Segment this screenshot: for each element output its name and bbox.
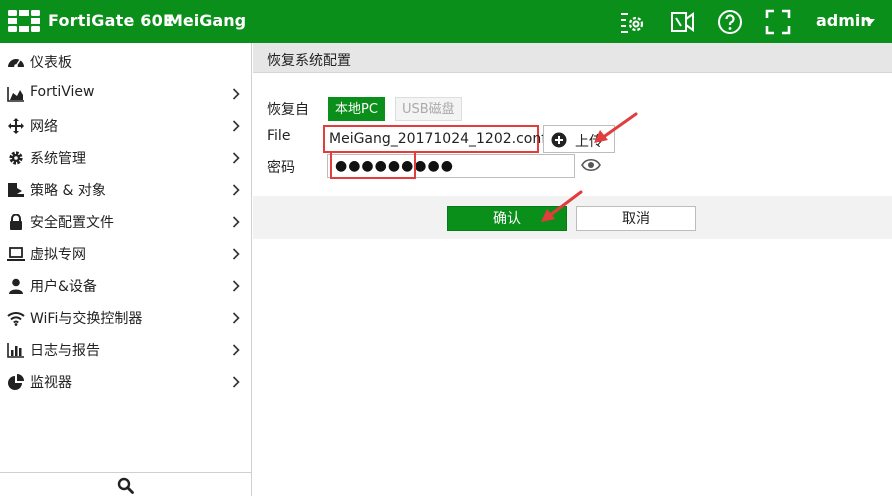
fortinet-logo-icon bbox=[8, 10, 40, 32]
sidebar-item-label: 系统管理 bbox=[30, 151, 86, 167]
sidebar-item-label: 网络 bbox=[30, 119, 58, 135]
policy-icon bbox=[8, 183, 24, 197]
file-name-value: MeiGang_20171024_1202.conf bbox=[329, 131, 547, 147]
wifi-icon bbox=[7, 312, 25, 326]
chevron-down-icon[interactable] bbox=[865, 19, 875, 25]
expand-icon[interactable] bbox=[764, 8, 792, 36]
fullscreen-icon[interactable] bbox=[668, 8, 696, 36]
sidebar-item-dashboard[interactable]: 仪表板 bbox=[0, 46, 251, 78]
sidebar-search[interactable] bbox=[0, 472, 251, 496]
sidebar-item-label: 日志与报告 bbox=[30, 343, 100, 359]
plus-circle-icon bbox=[551, 132, 567, 148]
brand-name: FortiGate 60E bbox=[48, 11, 175, 30]
chevron-right-icon bbox=[232, 312, 240, 324]
sidebar-item-label: 用户&设备 bbox=[30, 279, 97, 295]
pie-chart-icon bbox=[8, 374, 24, 390]
section-header: 恢复系统配置 bbox=[253, 43, 892, 73]
sidebar-item-wifi-switch[interactable]: WiFi与交换控制器 bbox=[0, 302, 251, 334]
sidebar-item-monitor[interactable]: 监视器 bbox=[0, 366, 251, 398]
top-header: FortiGate 60E MeiGang admin bbox=[0, 0, 892, 43]
sidebar-item-label: 仪表板 bbox=[30, 55, 72, 71]
sidebar-item-security-profiles[interactable]: 安全配置文件 bbox=[0, 206, 251, 238]
chevron-right-icon bbox=[232, 280, 240, 292]
bar-chart-icon bbox=[7, 343, 24, 358]
password-input[interactable]: ●●●●●●●●● bbox=[327, 154, 575, 178]
chevron-right-icon bbox=[232, 152, 240, 164]
help-icon[interactable] bbox=[716, 8, 744, 36]
eye-icon[interactable] bbox=[581, 158, 601, 172]
sidebar-item-log-report[interactable]: 日志与报告 bbox=[0, 334, 251, 366]
sidebar-item-user-device[interactable]: 用户&设备 bbox=[0, 270, 251, 302]
sidebar-item-fortiview[interactable]: FortiView bbox=[0, 78, 251, 110]
source-usb-disk-button[interactable]: USB磁盘 bbox=[395, 97, 462, 121]
sidebar: 仪表板 FortiView 网络 系统管理 策略 & 对象 安全配置文件 虚拟专… bbox=[0, 43, 252, 496]
sidebar-item-label: FortiView bbox=[30, 84, 95, 100]
chart-area-icon bbox=[7, 87, 24, 102]
chevron-right-icon bbox=[232, 120, 240, 132]
chevron-right-icon bbox=[232, 88, 240, 100]
sidebar-item-label: 安全配置文件 bbox=[30, 215, 114, 231]
source-local-pc-button[interactable]: 本地PC bbox=[328, 97, 385, 121]
gear-icon bbox=[9, 151, 23, 165]
dashboard-icon bbox=[8, 59, 24, 68]
restore-from-label: 恢复自 bbox=[267, 102, 309, 118]
password-label: 密码 bbox=[267, 160, 295, 176]
file-label: File bbox=[267, 128, 291, 144]
sidebar-item-label: 监视器 bbox=[30, 375, 72, 391]
admin-user-menu[interactable]: admin bbox=[816, 11, 872, 30]
chevron-right-icon bbox=[232, 376, 240, 388]
upload-button[interactable]: 上传 bbox=[543, 125, 615, 153]
action-bar: 确认 取消 bbox=[253, 196, 892, 239]
file-name-field[interactable]: MeiGang_20171024_1202.conf bbox=[323, 125, 546, 153]
chevron-right-icon bbox=[232, 248, 240, 260]
sidebar-item-policy-objects[interactable]: 策略 & 对象 bbox=[0, 174, 251, 206]
arrows-move-icon bbox=[8, 118, 24, 134]
cli-console-icon[interactable] bbox=[618, 8, 646, 36]
upload-label: 上传 bbox=[575, 134, 603, 150]
sidebar-item-vpn[interactable]: 虚拟专网 bbox=[0, 238, 251, 270]
sidebar-item-label: WiFi与交换控制器 bbox=[30, 311, 143, 327]
chevron-right-icon bbox=[232, 216, 240, 228]
search-icon[interactable] bbox=[117, 477, 134, 494]
sidebar-item-label: 虚拟专网 bbox=[30, 247, 86, 263]
ok-button[interactable]: 确认 bbox=[447, 206, 567, 231]
laptop-icon bbox=[7, 247, 25, 261]
chevron-right-icon bbox=[232, 344, 240, 356]
sidebar-item-system[interactable]: 系统管理 bbox=[0, 142, 251, 174]
sidebar-item-network[interactable]: 网络 bbox=[0, 110, 251, 142]
lock-icon bbox=[10, 214, 22, 230]
password-mask: ●●●●●●●●● bbox=[335, 158, 454, 174]
hostname: MeiGang bbox=[167, 11, 247, 30]
page-title: 恢复系统配置 bbox=[267, 53, 351, 69]
main-panel: 恢复系统配置 恢复自 本地PC USB磁盘 File MeiGang_20171… bbox=[253, 43, 892, 496]
sidebar-item-label: 策略 & 对象 bbox=[30, 183, 106, 199]
chevron-right-icon bbox=[232, 184, 240, 196]
cancel-button[interactable]: 取消 bbox=[576, 206, 696, 231]
user-icon bbox=[9, 278, 23, 294]
